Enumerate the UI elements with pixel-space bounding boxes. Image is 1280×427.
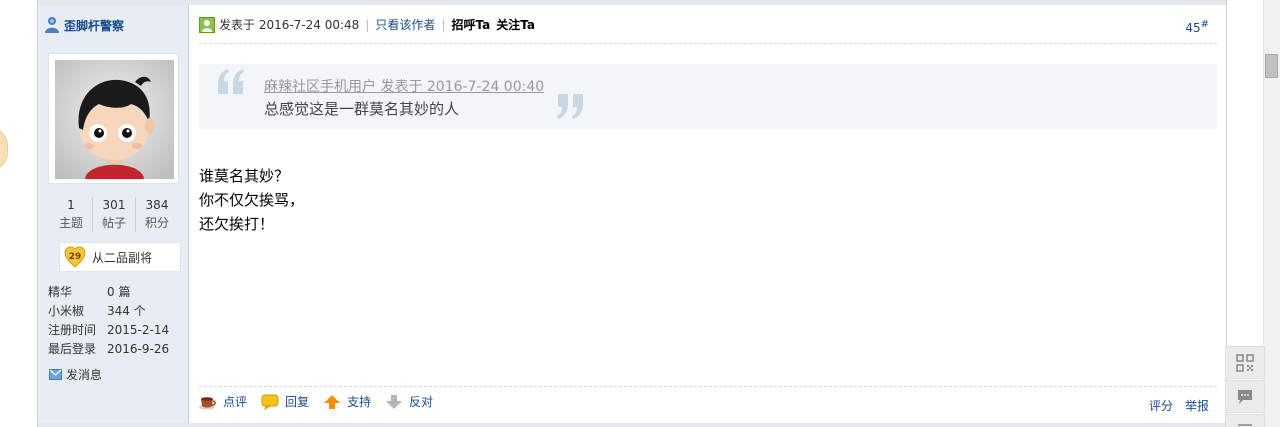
stat-value: 384 — [145, 198, 169, 212]
info-row: 小米椒 344 个 — [48, 302, 169, 321]
floor-suffix: # — [1200, 19, 1209, 30]
arrow-up-icon — [324, 394, 341, 409]
info-key: 注册时间 — [48, 323, 97, 337]
info-row: 注册时间 2015-2-14 — [48, 321, 169, 340]
post-body: 谁莫名其妙？ 你不仅欠挨骂， 还欠挨打！ — [199, 164, 304, 236]
stat-points[interactable]: 384 积分 — [136, 197, 178, 232]
stat-posts[interactable]: 301 帖子 — [93, 197, 136, 232]
speech-bubble-icon — [261, 394, 279, 410]
quick-reply-button[interactable] — [1225, 380, 1265, 413]
rank-badge[interactable]: 29 从二品副将 — [59, 242, 181, 272]
info-key: 精华 — [48, 285, 73, 299]
back-to-top-button[interactable] — [1225, 414, 1265, 427]
open-quote-icon — [218, 69, 244, 94]
author-stats: 1 主题 301 帖子 384 积分 — [50, 197, 178, 232]
post-admin-actions: 评分 举报 — [1149, 397, 1209, 414]
stat-label: 帖子 — [101, 216, 126, 230]
online-status-icon — [199, 16, 215, 33]
post-bottom-divider — [38, 423, 1226, 427]
header-divider — [199, 43, 1217, 44]
avatar-frame[interactable] — [48, 53, 179, 184]
floating-toolbar — [1225, 346, 1265, 427]
floor-value: 45 — [1185, 21, 1201, 35]
back-to-top-icon — [1238, 423, 1252, 427]
author-sidebar: 歪脚杆警察 1 主题 301 帖子 384 积分 29 从二品副将 精华 0 篇… — [38, 5, 189, 423]
post-actions: 点评 回复 支持 反对 — [199, 393, 447, 410]
info-row: 精华 0 篇 — [48, 283, 169, 302]
rank-level: 29 — [69, 252, 82, 262]
chat-bubble-icon — [1238, 389, 1252, 404]
rate-link[interactable]: 评分 — [1149, 397, 1173, 414]
rank-medal-icon: 29 — [64, 246, 86, 268]
post-body-line: 还欠挨打！ — [199, 215, 275, 233]
forum-thread-page: 歪脚杆警察 1 主题 301 帖子 384 积分 29 从二品副将 精华 0 篇… — [0, 0, 1280, 427]
avatar[interactable] — [55, 60, 174, 179]
comment-label: 点评 — [223, 395, 248, 409]
info-value: 2016-9-26 — [107, 342, 170, 356]
info-row: 最后登录 2016-9-26 — [48, 340, 169, 359]
stat-label: 积分 — [144, 216, 169, 230]
post-meta-bar: 发表于 2016-7-24 00:48 | 只看该作者 | 招呼Ta 关注Ta — [199, 16, 535, 33]
send-message-label: 发消息 — [66, 368, 103, 382]
user-online-icon — [45, 17, 59, 33]
post-content: 发表于 2016-7-24 00:48 | 只看该作者 | 招呼Ta 关注Ta … — [190, 5, 1226, 423]
mail-icon — [49, 369, 62, 380]
stat-threads[interactable]: 1 主题 — [50, 197, 93, 232]
coffee-cup-icon — [199, 396, 216, 409]
arrow-down-icon — [386, 394, 403, 409]
info-key: 最后登录 — [48, 342, 97, 356]
info-value: 0 篇 — [107, 285, 131, 299]
scrollbar-thumb[interactable] — [1265, 54, 1278, 78]
follow-link[interactable]: 关注Ta — [496, 16, 535, 33]
left-gutter — [0, 0, 38, 427]
support-button[interactable]: 支持 — [323, 393, 371, 410]
reply-label: 回复 — [285, 395, 310, 409]
quote-text: 总感觉这是一群莫名其妙的人 — [264, 100, 460, 118]
rank-title: 从二品副将 — [92, 250, 153, 265]
post-timestamp: 发表于 2016-7-24 00:48 — [219, 18, 360, 32]
footer-divider — [199, 386, 1217, 387]
info-key: 小米椒 — [48, 304, 85, 318]
qr-code-button[interactable] — [1225, 346, 1265, 379]
reply-button[interactable]: 回复 — [261, 393, 309, 410]
meta-separator: | — [441, 17, 446, 32]
post-body-line: 你不仅欠挨骂， — [199, 191, 305, 209]
oppose-button[interactable]: 反对 — [385, 393, 433, 410]
stat-value: 1 — [67, 198, 75, 212]
forum-post: 歪脚杆警察 1 主题 301 帖子 384 积分 29 从二品副将 精华 0 篇… — [37, 0, 1227, 427]
close-quote-icon — [557, 94, 583, 119]
meta-separator: | — [365, 17, 370, 32]
report-link[interactable]: 举报 — [1185, 397, 1209, 414]
greet-link[interactable]: 招呼Ta — [451, 16, 490, 33]
send-message-link[interactable]: 发消息 — [49, 366, 102, 383]
author-info: 精华 0 篇 小米椒 344 个 注册时间 2015-2-14 最后登录 201… — [48, 283, 169, 359]
author-header: 歪脚杆警察 — [44, 16, 124, 34]
author-name[interactable]: 歪脚杆警察 — [64, 17, 124, 34]
floor-number[interactable]: 45# — [1185, 19, 1209, 35]
info-value: 344 个 — [107, 304, 146, 318]
info-value: 2015-2-14 — [107, 323, 170, 337]
only-author-link[interactable]: 只看该作者 — [375, 16, 435, 33]
comment-button[interactable]: 点评 — [199, 393, 247, 410]
stat-value: 301 — [102, 198, 126, 212]
qr-code-icon — [1236, 353, 1254, 372]
stat-label: 主题 — [58, 216, 83, 230]
post-body-line: 谁莫名其妙？ — [199, 167, 290, 185]
quote-source[interactable]: 麻辣社区手机用户 发表于 2016-7-24 00:40 — [264, 76, 544, 96]
support-label: 支持 — [347, 395, 372, 409]
oppose-label: 反对 — [409, 395, 434, 409]
quote-block: 麻辣社区手机用户 发表于 2016-7-24 00:40 总感觉这是一群莫名其妙… — [199, 64, 1217, 129]
